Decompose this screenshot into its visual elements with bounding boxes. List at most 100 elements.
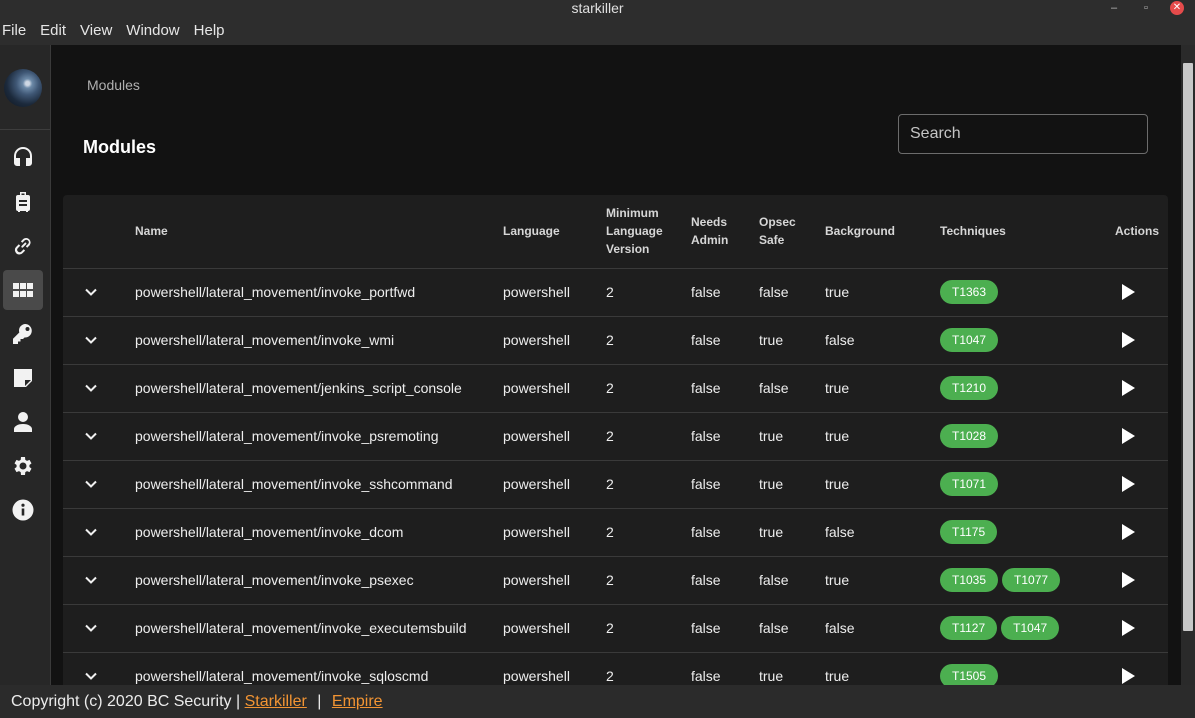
technique-chip[interactable]: T1077 (1002, 568, 1061, 592)
table-row: powershell/lateral_movement/invoke_psexe… (63, 556, 1168, 605)
module-name: powershell/lateral_movement/invoke_wmi (135, 316, 503, 365)
expand-row-button[interactable] (81, 282, 101, 302)
menu-window[interactable]: Window (126, 17, 179, 45)
execute-module-button[interactable] (1115, 280, 1139, 304)
menu-help[interactable]: Help (194, 17, 225, 45)
header-language[interactable]: Language (503, 195, 606, 269)
module-name: powershell/lateral_movement/invoke_portf… (135, 268, 503, 317)
minimize-button[interactable]: – (1107, 1, 1121, 15)
nav-stagers[interactable] (3, 182, 43, 222)
play-icon (1122, 332, 1135, 348)
technique-chip[interactable]: T1175 (940, 520, 998, 544)
expand-row-button[interactable] (81, 570, 101, 590)
actions-cell (1115, 460, 1168, 509)
play-icon (1122, 620, 1135, 636)
play-icon (1122, 380, 1135, 396)
execute-module-button[interactable] (1115, 568, 1139, 592)
technique-chip[interactable]: T1505 (940, 664, 999, 685)
empire-link[interactable]: Empire (332, 693, 383, 710)
expand-row-button[interactable] (81, 522, 101, 542)
menu-file[interactable]: File (2, 17, 26, 45)
expand-row-button[interactable] (81, 426, 101, 446)
module-background: true (825, 412, 940, 461)
module-needs-admin: false (691, 412, 759, 461)
module-min-version: 2 (606, 268, 691, 317)
sidebar (0, 45, 51, 685)
search-box (898, 114, 1148, 154)
menu-view[interactable]: View (80, 17, 112, 45)
header-name[interactable]: Name (135, 195, 503, 269)
nav-agents[interactable] (3, 226, 43, 266)
starkiller-link[interactable]: Starkiller (245, 693, 307, 710)
module-opsec-safe: false (759, 604, 825, 653)
execute-module-button[interactable] (1115, 616, 1139, 640)
technique-chip[interactable]: T1035 (940, 568, 999, 592)
execute-module-button[interactable] (1115, 376, 1139, 400)
nav-users[interactable] (3, 402, 43, 442)
table-row: powershell/lateral_movement/invoke_execu… (63, 604, 1168, 653)
module-needs-admin: false (691, 364, 759, 413)
execute-module-button[interactable] (1115, 328, 1139, 352)
technique-chip[interactable]: T1127 (940, 616, 998, 640)
module-name: powershell/lateral_movement/invoke_sshco… (135, 460, 503, 509)
play-icon (1122, 428, 1135, 444)
expand-cell (63, 364, 135, 413)
nav-listeners[interactable] (3, 138, 43, 178)
technique-chip[interactable]: T1363 (940, 280, 999, 304)
actions-cell (1115, 556, 1168, 605)
actions-cell (1115, 652, 1168, 685)
play-icon (1122, 524, 1135, 540)
module-opsec-safe: true (759, 652, 825, 685)
module-language: powershell (503, 316, 606, 365)
technique-chip[interactable]: T1047 (940, 328, 999, 352)
expand-row-button[interactable] (81, 666, 101, 685)
header-background[interactable]: Background (825, 195, 940, 269)
nav-modules[interactable] (3, 270, 43, 310)
execute-module-button[interactable] (1115, 520, 1139, 544)
technique-chip[interactable]: T1047 (1001, 616, 1060, 640)
nav-credentials[interactable] (3, 314, 43, 354)
module-opsec-safe: true (759, 460, 825, 509)
module-language: powershell (503, 268, 606, 317)
scrollbar-thumb[interactable] (1183, 63, 1193, 631)
avatar[interactable] (4, 69, 42, 107)
nav-about[interactable] (3, 490, 43, 530)
module-background: false (825, 316, 940, 365)
vertical-scrollbar[interactable] (1181, 45, 1195, 685)
expand-row-button[interactable] (81, 330, 101, 350)
module-techniques: T1071 (940, 460, 1115, 509)
breadcrumb[interactable]: Modules (87, 77, 140, 93)
expand-row-button[interactable] (81, 474, 101, 494)
execute-module-button[interactable] (1115, 664, 1139, 685)
menu-edit[interactable]: Edit (40, 17, 66, 45)
technique-chip[interactable]: T1210 (940, 376, 999, 400)
actions-cell (1115, 364, 1168, 413)
module-min-version: 2 (606, 364, 691, 413)
expand-row-button[interactable] (81, 378, 101, 398)
module-opsec-safe: true (759, 508, 825, 557)
expand-row-button[interactable] (81, 618, 101, 638)
module-name: powershell/lateral_movement/invoke_psexe… (135, 556, 503, 605)
module-needs-admin: false (691, 508, 759, 557)
nav-reporting[interactable] (3, 358, 43, 398)
module-language: powershell (503, 652, 606, 685)
header-min-version[interactable]: Minimum Language Version (606, 195, 691, 269)
search-input[interactable] (899, 115, 1147, 153)
execute-module-button[interactable] (1115, 424, 1139, 448)
maximize-button[interactable]: ▫ (1139, 1, 1153, 15)
nav-settings[interactable] (3, 446, 43, 486)
play-icon (1122, 572, 1135, 588)
module-language: powershell (503, 556, 606, 605)
module-techniques: T1505 (940, 652, 1115, 685)
header-techniques[interactable]: Techniques (940, 195, 1115, 269)
modules-table: Name Language Minimum Language Version N… (63, 195, 1168, 685)
header-needs-admin[interactable]: Needs Admin (691, 195, 759, 269)
header-opsec-safe[interactable]: Opsec Safe (759, 195, 825, 269)
execute-module-button[interactable] (1115, 472, 1139, 496)
info-icon (12, 499, 34, 521)
technique-chip[interactable]: T1028 (940, 424, 999, 448)
module-techniques: T1210 (940, 364, 1115, 413)
technique-chip[interactable]: T1071 (940, 472, 999, 496)
close-window-button[interactable]: ✕ (1170, 1, 1184, 15)
actions-cell (1115, 316, 1168, 365)
